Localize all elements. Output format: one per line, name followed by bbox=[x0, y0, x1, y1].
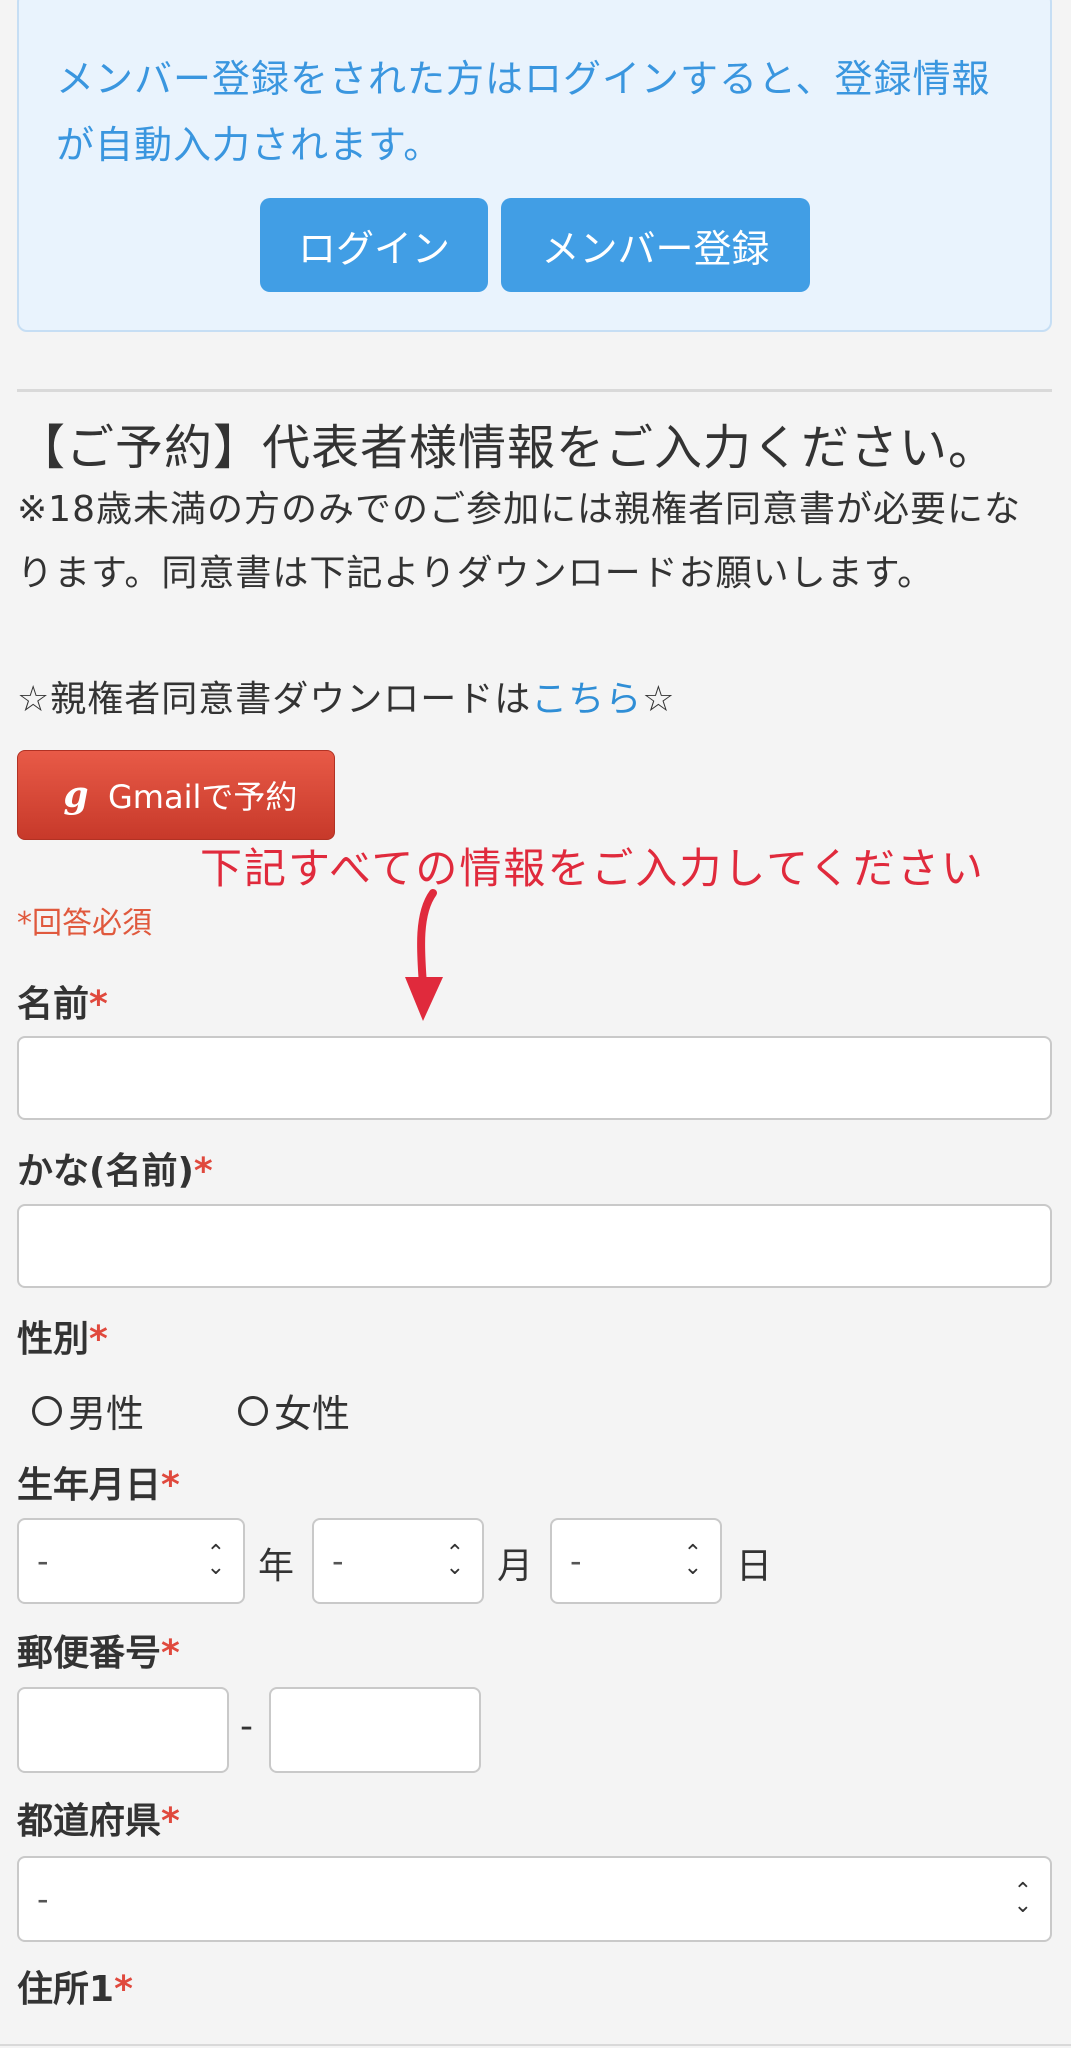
gender-male-radio[interactable]: 男性 bbox=[32, 1383, 144, 1438]
age-consent-note: ※18歳未満の方のみでのご参加には親権者同意書が必要になります。同意書は下記より… bbox=[17, 489, 1021, 594]
radio-circle-icon bbox=[32, 1395, 62, 1426]
annotation-text: 下記すべての情報をご入力してください bbox=[200, 844, 985, 893]
required-note: *回答必須 bbox=[17, 906, 152, 941]
google-icon: g bbox=[63, 774, 89, 816]
postal-separator: - bbox=[240, 1706, 253, 1747]
gender-label-text: 性別 bbox=[17, 1319, 90, 1360]
select-updown-icon: ⌃ ⌄ bbox=[1013, 1879, 1032, 1918]
postal-label-text: 郵便番号 bbox=[17, 1633, 162, 1674]
address1-label-text: 住所1 bbox=[17, 1969, 115, 2010]
name-label: 名前* bbox=[17, 975, 108, 1027]
birth-year-value: - bbox=[37, 1542, 49, 1580]
login-button[interactable]: ログイン bbox=[260, 198, 488, 292]
required-star: * bbox=[114, 1969, 133, 2010]
birth-month-select[interactable]: - ⌃ ⌄ bbox=[312, 1518, 484, 1604]
section-divider bbox=[17, 389, 1052, 392]
required-star: * bbox=[89, 1319, 108, 1360]
consent-download-prefix: ☆親権者同意書ダウンロードは bbox=[17, 679, 532, 720]
select-updown-icon: ⌃ ⌄ bbox=[206, 1541, 225, 1580]
consent-download-link[interactable]: こちら bbox=[531, 679, 642, 720]
gender-label: 性別* bbox=[17, 1310, 108, 1362]
postal-code-first-input[interactable] bbox=[17, 1687, 229, 1773]
month-unit: 月 bbox=[497, 1546, 534, 1587]
postal-code-second-input[interactable] bbox=[269, 1687, 481, 1773]
gmail-reserve-label: Gmailで予約 bbox=[108, 778, 298, 816]
kana-label-text: かな(名前) bbox=[17, 1151, 194, 1192]
section-title: 【ご予約】代表者様情報をご入力ください。 bbox=[17, 420, 998, 476]
birth-day-value: - bbox=[570, 1542, 582, 1580]
birthday-label-text: 生年月日 bbox=[17, 1465, 162, 1506]
year-unit: 年 bbox=[258, 1546, 295, 1587]
prefecture-label-text: 都道府県 bbox=[17, 1801, 162, 1842]
required-star: * bbox=[161, 1465, 180, 1506]
gender-male-label: 男性 bbox=[68, 1392, 145, 1436]
birth-month-value: - bbox=[332, 1542, 344, 1580]
consent-download-suffix: ☆ bbox=[642, 679, 676, 720]
member-register-button[interactable]: メンバー登録 bbox=[501, 198, 810, 292]
reservation-form-page: メンバー登録をされた方はログインすると、登録情報が自動入力されます。 ログイン … bbox=[0, 0, 1071, 2048]
required-star: * bbox=[89, 984, 108, 1025]
required-star: * bbox=[161, 1801, 180, 1842]
annotation-arrow-icon bbox=[405, 889, 443, 1021]
radio-circle-icon bbox=[238, 1395, 268, 1426]
name-label-text: 名前 bbox=[17, 984, 90, 1025]
consent-download-line: ☆親権者同意書ダウンロードはこちら☆ bbox=[17, 670, 676, 722]
bottom-divider bbox=[0, 2044, 1071, 2046]
prefecture-select[interactable]: - ⌃ ⌄ bbox=[17, 1856, 1052, 1942]
prefecture-value: - bbox=[37, 1880, 49, 1918]
kana-label: かな(名前)* bbox=[17, 1142, 213, 1194]
address1-label: 住所1* bbox=[17, 1960, 133, 2012]
gmail-reserve-button[interactable]: g Gmailで予約 bbox=[17, 750, 335, 840]
prefecture-label: 都道府県* bbox=[17, 1792, 180, 1844]
member-login-notice-text: メンバー登録をされた方はログインすると、登録情報が自動入力されます。 bbox=[56, 57, 991, 167]
gender-female-radio[interactable]: 女性 bbox=[238, 1383, 350, 1438]
gender-female-label: 女性 bbox=[274, 1392, 351, 1436]
postal-label: 郵便番号* bbox=[17, 1624, 180, 1676]
name-input[interactable] bbox=[17, 1036, 1052, 1120]
required-star: * bbox=[193, 1151, 213, 1192]
required-star: * bbox=[161, 1633, 180, 1674]
birth-day-select[interactable]: - ⌃ ⌄ bbox=[550, 1518, 722, 1604]
birthday-label: 生年月日* bbox=[17, 1456, 180, 1508]
select-updown-icon: ⌃ ⌄ bbox=[445, 1541, 464, 1580]
select-updown-icon: ⌃ ⌄ bbox=[683, 1541, 702, 1580]
kana-input[interactable] bbox=[17, 1204, 1052, 1288]
birth-year-select[interactable]: - ⌃ ⌄ bbox=[17, 1518, 245, 1604]
day-unit: 日 bbox=[736, 1546, 773, 1587]
